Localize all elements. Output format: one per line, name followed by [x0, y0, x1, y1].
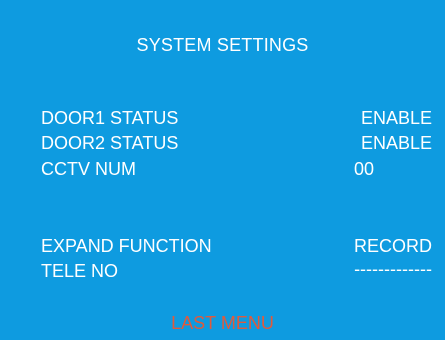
tele-no-label[interactable]: TELE NO	[41, 261, 118, 281]
settings-screen: SYSTEM SETTINGS DOOR1 STATUS ENABLE DOOR…	[0, 0, 445, 342]
last-menu-item[interactable]: LAST MENU	[0, 313, 445, 334]
cctv-num-label[interactable]: CCTV NUM	[41, 159, 136, 179]
expand-function-label[interactable]: EXPAND FUNCTION	[41, 236, 212, 256]
expand-function-value[interactable]: RECORD	[354, 236, 432, 256]
tele-no-value[interactable]: -------------	[354, 259, 432, 279]
door2-status-value[interactable]: ENABLE	[361, 133, 432, 153]
page-title: SYSTEM SETTINGS	[136, 35, 309, 55]
door1-status-label[interactable]: DOOR1 STATUS	[41, 108, 178, 128]
door1-status-value[interactable]: ENABLE	[361, 108, 432, 128]
door2-status-label[interactable]: DOOR2 STATUS	[41, 133, 178, 153]
cctv-num-value[interactable]: 00	[354, 159, 374, 179]
